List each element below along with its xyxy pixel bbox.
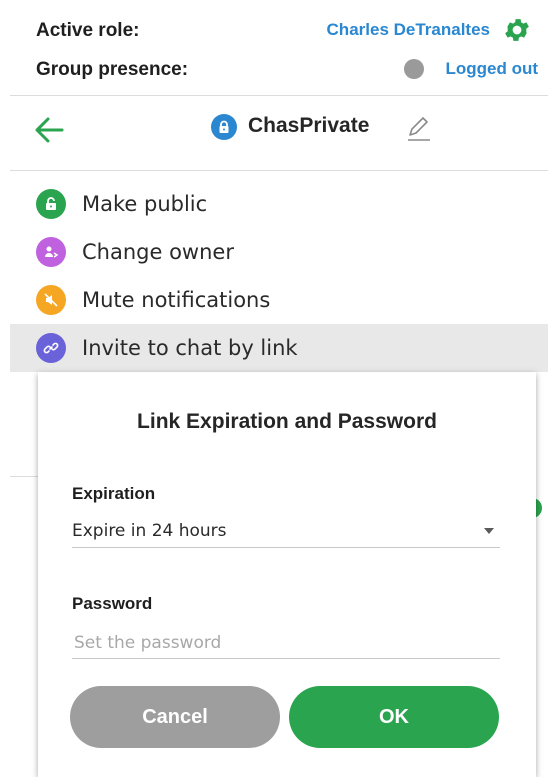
group-presence-value[interactable]: Logged out	[445, 59, 538, 79]
link-icon	[36, 333, 66, 363]
mute-icon	[36, 285, 66, 315]
menu-item-label: Make public	[82, 192, 208, 216]
link-settings-dialog: Link Expiration and Password Expiration …	[38, 372, 536, 777]
cancel-button[interactable]: Cancel	[70, 686, 280, 748]
active-role-value[interactable]: Charles DeTranaltes	[327, 20, 490, 40]
menu-item-mute-notifications[interactable]: Mute notifications	[0, 276, 548, 324]
password-label: Password	[72, 594, 153, 613]
dropdown-caret-icon	[484, 528, 494, 534]
pencil-icon[interactable]	[404, 113, 434, 143]
status-panel: Active role: Charles DeTranaltes Group p…	[0, 0, 548, 94]
divider	[10, 170, 548, 171]
menu-item-change-owner[interactable]: Change owner	[0, 228, 548, 276]
expiration-value: Expire in 24 hours	[72, 521, 227, 541]
chat-header: ChasPrivate	[0, 96, 548, 168]
expiration-label: Expiration	[72, 484, 156, 503]
menu-item-label: Invite to chat by link	[82, 336, 298, 360]
lock-icon	[211, 114, 237, 140]
group-presence-label: Group presence:	[36, 59, 189, 80]
chat-title: ChasPrivate	[248, 114, 370, 137]
back-arrow-icon[interactable]	[34, 116, 64, 144]
menu-item-label: Change owner	[82, 240, 234, 264]
menu-item-invite-by-link[interactable]: Invite to chat by link	[10, 324, 548, 372]
user-swap-icon	[36, 237, 66, 267]
active-role-label: Active role:	[36, 20, 140, 41]
dialog-title: Link Expiration and Password	[137, 410, 437, 433]
password-input[interactable]	[72, 627, 500, 659]
ok-button[interactable]: OK	[289, 686, 499, 748]
lock-open-icon	[36, 189, 66, 219]
menu-item-label: Mute notifications	[82, 288, 271, 312]
divider	[10, 476, 40, 477]
expiration-select[interactable]: Expire in 24 hours	[72, 516, 500, 548]
chat-options-menu: Make public Change owner Mute notificati…	[0, 180, 548, 372]
presence-status-icon	[404, 59, 424, 79]
gear-icon[interactable]	[502, 15, 532, 45]
menu-item-make-public[interactable]: Make public	[0, 180, 548, 228]
